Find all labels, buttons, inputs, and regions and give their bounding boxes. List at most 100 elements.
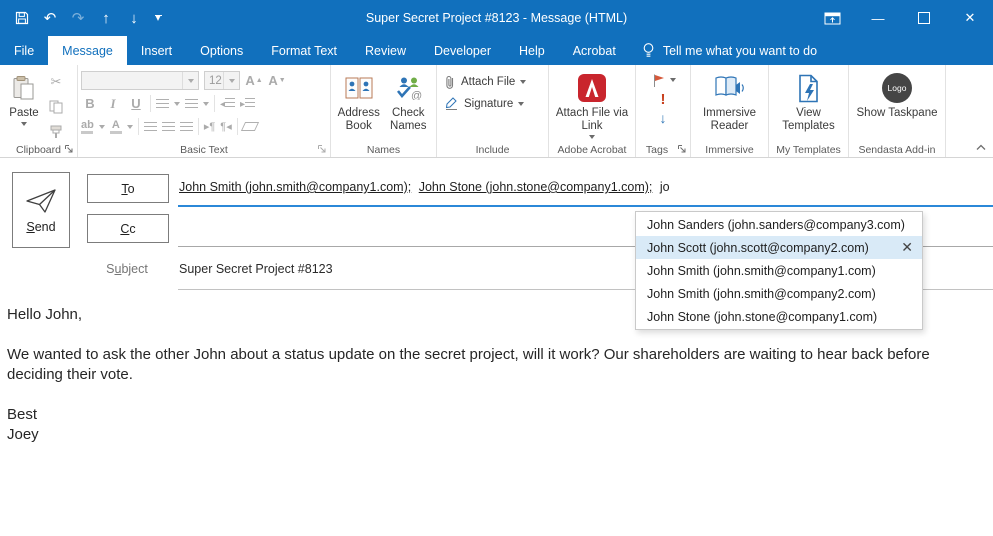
compose-header: Send To John Smith (john.smith@company1.… [0,158,993,306]
view-templates-button[interactable]: View Templates [772,68,845,140]
signature-icon [444,96,459,111]
minimize-button[interactable]: — [855,0,901,36]
address-book-button[interactable]: Address Book [334,68,384,140]
sendasta-logo-icon: Logo [882,71,912,105]
signature-button[interactable]: Signature [444,96,541,111]
flag-dropdown-icon [670,78,676,82]
subject-field[interactable]: Super Secret Project #8123 [179,262,333,276]
close-button[interactable]: ✕ [947,0,993,36]
paste-icon [11,71,37,105]
remove-suggestion-icon[interactable]: ✕ [901,236,913,259]
signature-dropdown-icon [518,102,524,106]
maximize-button[interactable] [901,0,947,36]
paste-label: Paste [9,107,38,120]
tab-format-text[interactable]: Format Text [257,36,351,65]
basic-text-group-label: Basic Text [78,144,330,156]
address-book-label: Address Book [334,107,384,133]
high-importance-button[interactable]: ! [661,91,666,107]
adobe-acrobat-icon [577,71,607,105]
tab-insert[interactable]: Insert [127,36,186,65]
font-name-select[interactable] [81,71,199,90]
format-painter-icon [45,122,67,142]
ribbon-display-options-icon[interactable] [809,0,855,36]
tab-developer[interactable]: Developer [420,36,505,65]
subject-label: Subject [87,262,167,276]
to-typed-text: jo [660,180,670,194]
group-names: Address Book @ Check Names Names [331,65,437,157]
suggestion-item[interactable]: John Smith (john.smith@company1.com) [636,259,922,282]
include-group-label: Include [437,144,548,156]
attach-file-via-link-button[interactable]: Attach File via Link [552,68,632,140]
move-down-icon[interactable]: ↓ [120,5,148,31]
group-tags: ! ↓ Tags [636,65,691,157]
to-field[interactable]: John Smith (john.smith@company1.com); Jo… [179,180,670,194]
grow-font-icon: A▲ [245,73,263,88]
signature-label: Signature [464,98,513,110]
attach-file-label: Attach File [461,76,515,88]
suggestion-item[interactable]: John Stone (john.stone@company1.com) [636,305,922,328]
immersive-reader-button[interactable]: Immersive Reader [694,68,765,140]
lightbulb-icon [642,42,655,59]
move-up-icon[interactable]: ↑ [92,5,120,31]
sendasta-group-label: Sendasta Add-in [849,144,945,156]
to-button[interactable]: To [87,174,169,203]
italic-icon: I [104,96,122,112]
body-closing: Best [7,405,969,425]
cc-button[interactable]: Cc [87,214,169,243]
customize-qat-icon[interactable]: ▾ [148,5,168,31]
to-recipient[interactable]: John Smith (john.smith@company1.com); [179,180,411,194]
follow-up-button[interactable] [651,72,676,88]
to-recipient[interactable]: John Stone (john.stone@company1.com); [419,180,653,194]
group-adobe-acrobat: Attach File via Link Adobe Acrobat [549,65,636,157]
suggestion-item[interactable]: John Smith (john.smith@company2.com) [636,282,922,305]
immersive-reader-icon [714,71,746,105]
low-importance-button[interactable]: ↓ [660,110,667,126]
address-book-icon [345,71,373,105]
show-taskpane-label: Show Taskpane [857,107,938,120]
flag-icon [651,73,666,88]
clipboard-dialog-launcher-icon[interactable] [63,143,75,155]
tab-acrobat[interactable]: Acrobat [559,36,630,65]
tags-dialog-launcher-icon[interactable] [676,143,688,155]
send-button[interactable]: Send [12,172,70,248]
group-include: Attach File Signature Include [437,65,549,157]
to-field-underline [178,205,993,207]
recipient-suggestions-dropdown: John Sanders (john.sanders@company3.com)… [635,211,923,330]
title-bar: ↶ ↷ ↑ ↓ ▾ Super Secret Project #8123 - M… [0,0,993,36]
tags-group-label: Tags [636,144,678,156]
attach-file-button[interactable]: Attach File [444,74,541,90]
group-immersive: Immersive Reader Immersive [691,65,769,157]
align-right-icon [180,118,193,136]
font-size-select[interactable]: 12 [204,71,240,90]
show-taskpane-button[interactable]: Logo Show Taskpane [852,68,942,140]
numbered-list-icon [185,95,198,113]
suggestion-item[interactable]: John Sanders (john.sanders@company3.com) [636,213,922,236]
tab-file[interactable]: File [0,36,48,65]
check-names-label: Check Names [384,107,434,133]
basic-text-dialog-launcher-icon[interactable] [316,143,328,155]
bullet-list-icon [156,95,169,113]
ribbon: Paste ✂ Clipboard [0,65,993,158]
group-my-templates: View Templates My Templates [769,65,849,157]
suggestion-item-selected[interactable]: John Scott (john.scott@company2.com) ✕ [636,236,922,259]
undo-icon[interactable]: ↶ [36,5,64,31]
decrease-indent-icon: ◂ [220,98,235,110]
quick-access-toolbar: ↶ ↷ ↑ ↓ ▾ [0,5,168,31]
tab-message[interactable]: Message [48,36,127,65]
tell-me-box[interactable]: Tell me what you want to do [642,36,817,65]
paste-dropdown-icon[interactable] [21,122,27,126]
tab-review[interactable]: Review [351,36,420,65]
my-templates-group-label: My Templates [769,144,848,156]
window-controls: — ✕ [809,0,993,36]
tab-options[interactable]: Options [186,36,257,65]
save-icon[interactable] [8,5,36,31]
check-names-button[interactable]: @ Check Names [384,68,434,140]
collapse-ribbon-icon[interactable] [973,140,989,154]
align-center-icon [162,118,175,136]
send-icon [24,187,58,214]
font-size-value: 12 [205,75,223,87]
paste-button[interactable]: Paste [3,68,45,140]
paperclip-icon [444,74,456,90]
tab-help[interactable]: Help [505,36,559,65]
redo-icon: ↷ [64,5,92,31]
